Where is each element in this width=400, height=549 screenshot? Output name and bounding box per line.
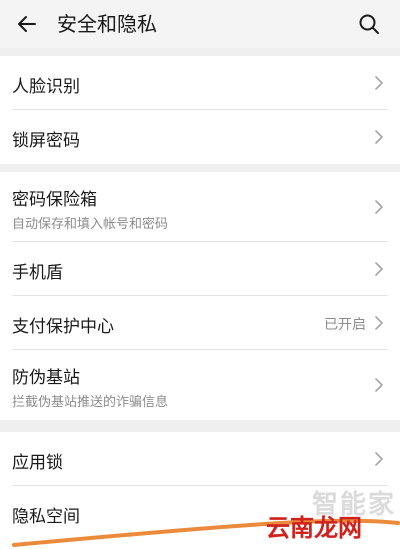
watermark-primary: 云南龙网 xyxy=(266,514,362,542)
highlight-stroke xyxy=(12,518,400,547)
